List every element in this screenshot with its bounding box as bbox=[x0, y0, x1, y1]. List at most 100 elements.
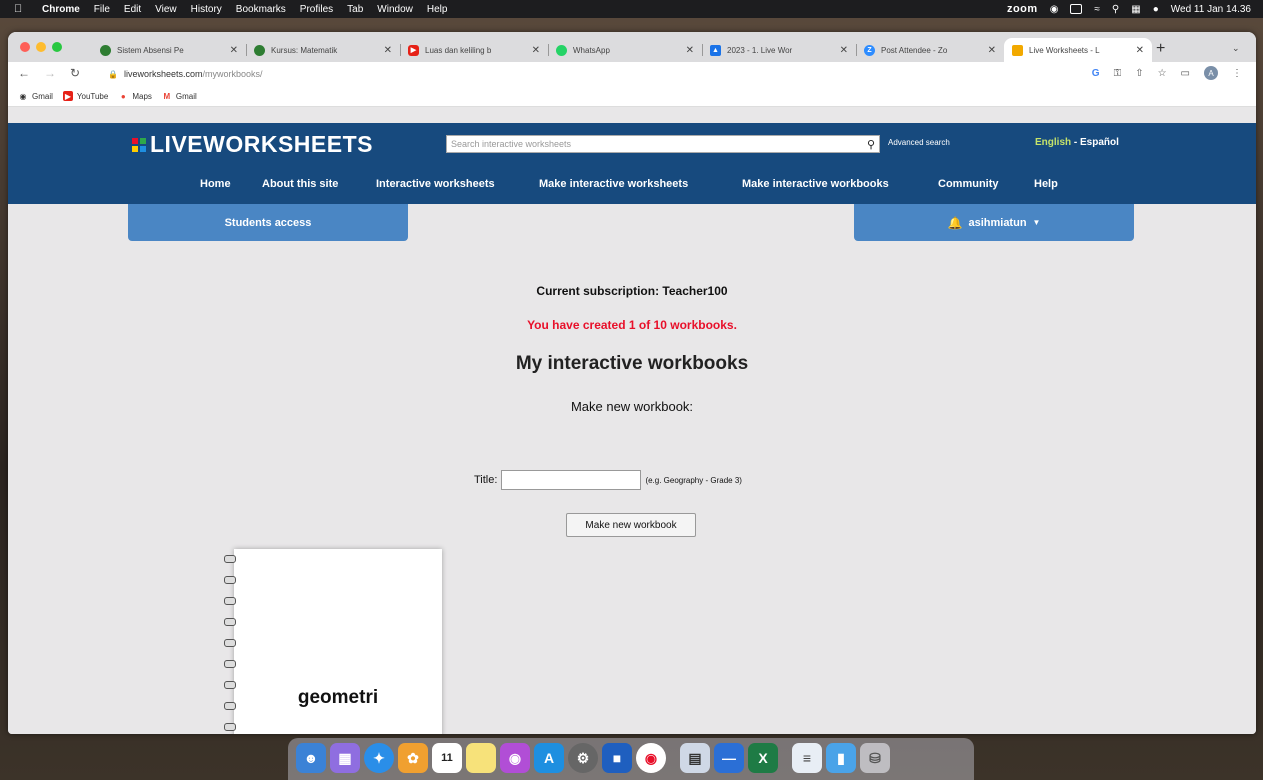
minimize-window-button[interactable] bbox=[36, 42, 46, 52]
battery-icon[interactable] bbox=[1070, 4, 1083, 14]
menubar-clock[interactable]: Wed 11 Jan 14.36 bbox=[1171, 4, 1251, 15]
share-icon[interactable]: ⇧ bbox=[1135, 68, 1143, 79]
wifi-icon[interactable]: ≈ bbox=[1094, 4, 1100, 15]
search-icon[interactable]: ⚲ bbox=[867, 138, 875, 151]
nav-community[interactable]: Community bbox=[938, 178, 999, 190]
tab-strip: Sistem Absensi Pe ✕ Kursus: Matematik ✕ … bbox=[8, 32, 1256, 62]
nav-about[interactable]: About this site bbox=[262, 178, 338, 190]
tab-close-icon[interactable]: ✕ bbox=[988, 45, 996, 56]
zoom-window-button[interactable] bbox=[52, 42, 62, 52]
site-logo[interactable]: LIVEWORKSHEETS bbox=[132, 131, 373, 158]
reload-icon[interactable]: ↻ bbox=[70, 66, 80, 80]
bookmark-youtube[interactable]: ▶ YouTube bbox=[62, 91, 108, 101]
workbook-title-input[interactable] bbox=[501, 470, 642, 490]
lang-spanish-link[interactable]: - Español bbox=[1071, 137, 1119, 148]
bookmark-gmail[interactable]: M Gmail bbox=[162, 91, 197, 101]
menu-file[interactable]: File bbox=[94, 4, 110, 15]
nav-make-worksheets[interactable]: Make interactive worksheets bbox=[539, 178, 688, 190]
apple-icon[interactable]:  bbox=[14, 3, 28, 15]
zoom-status[interactable]: zoom bbox=[1007, 3, 1038, 15]
podcasts-icon[interactable]: ◉ bbox=[500, 743, 530, 773]
menu-bookmarks[interactable]: Bookmarks bbox=[236, 4, 286, 15]
kebab-menu-icon[interactable]: ⋮ bbox=[1232, 68, 1242, 79]
tab-close-icon[interactable]: ✕ bbox=[532, 45, 540, 56]
advanced-search-link[interactable]: Advanced search bbox=[888, 138, 950, 147]
system-preferences-icon[interactable]: ⚙ bbox=[568, 743, 598, 773]
map-pin-icon: ● bbox=[120, 91, 126, 101]
nav-interactive-worksheets[interactable]: Interactive worksheets bbox=[376, 178, 495, 190]
menu-help[interactable]: Help bbox=[427, 4, 448, 15]
tab-google-drive[interactable]: ▲ 2023 - 1. Live Wor ✕ bbox=[702, 38, 856, 62]
nav-help[interactable]: Help bbox=[1034, 178, 1058, 190]
tab-close-icon[interactable]: ✕ bbox=[1136, 45, 1144, 56]
zoom-app-icon[interactable]: ■ bbox=[602, 743, 632, 773]
search-input[interactable]: Search interactive worksheets ⚲ bbox=[446, 135, 880, 153]
globe-icon: ◉ bbox=[19, 91, 27, 101]
site-nav: Home About this site Interactive workshe… bbox=[8, 178, 1256, 196]
document-icon[interactable]: ≡ bbox=[792, 743, 822, 773]
google-lens-icon[interactable]: G bbox=[1092, 68, 1100, 79]
tab-zoom-post-attendee[interactable]: Z Post Attendee - Zo ✕ bbox=[856, 38, 1004, 62]
photos-icon[interactable]: ✿ bbox=[398, 743, 428, 773]
bookmark-label: Gmail bbox=[175, 91, 197, 101]
trash-icon[interactable]: ⛁ bbox=[860, 743, 890, 773]
new-tab-icon[interactable]: + bbox=[1156, 40, 1165, 58]
tab-whatsapp[interactable]: WhatsApp ✕ bbox=[548, 38, 702, 62]
tab-luas-keliling[interactable]: ▶ Luas dan keliling b ✕ bbox=[400, 38, 548, 62]
menu-app-name[interactable]: Chrome bbox=[42, 4, 80, 15]
launchpad-icon[interactable]: ▦ bbox=[330, 743, 360, 773]
tab-close-icon[interactable]: ✕ bbox=[840, 45, 848, 56]
star-icon[interactable]: ☆ bbox=[1158, 68, 1167, 79]
chrome-icon[interactable]: ◉ bbox=[636, 743, 666, 773]
tab-close-icon[interactable]: ✕ bbox=[384, 45, 392, 56]
tab-liveworksheets-active[interactable]: Live Worksheets - L ✕ bbox=[1004, 38, 1152, 62]
bell-icon[interactable]: 🔔 bbox=[948, 216, 963, 230]
menu-edit[interactable]: Edit bbox=[124, 4, 141, 15]
whatsapp-icon bbox=[556, 44, 567, 56]
students-access-button[interactable]: Students access bbox=[128, 204, 408, 241]
tab-search-chevron-icon[interactable]: ⌄ bbox=[1232, 43, 1240, 54]
nav-home[interactable]: Home bbox=[200, 178, 231, 190]
record-icon[interactable]: ◉ bbox=[1050, 4, 1059, 15]
menu-history[interactable]: History bbox=[191, 4, 222, 15]
lang-english-link[interactable]: English bbox=[1035, 137, 1071, 148]
tab-sistem-absensi[interactable]: Sistem Absensi Pe ✕ bbox=[92, 38, 246, 62]
tab-close-icon[interactable]: ✕ bbox=[230, 45, 238, 56]
finder-icon[interactable]: ☻ bbox=[296, 743, 326, 773]
tab-close-icon[interactable]: ✕ bbox=[686, 45, 694, 56]
user-menu[interactable]: 🔔 asihmiatun ▼ bbox=[854, 204, 1134, 241]
sidepanel-icon[interactable]: ▭ bbox=[1181, 68, 1190, 79]
calendar-icon[interactable]: 11 bbox=[432, 743, 462, 773]
key-icon[interactable]: ⚿ bbox=[1114, 68, 1122, 79]
workbook-count-warning: You have created 1 of 10 workbooks. bbox=[527, 318, 737, 332]
workbook-card[interactable]: geometri bbox=[224, 549, 442, 734]
spotlight-icon[interactable]: ⚲ bbox=[1112, 4, 1119, 15]
zoom-icon: Z bbox=[864, 44, 875, 56]
menu-profiles[interactable]: Profiles bbox=[300, 4, 333, 15]
forward-icon[interactable]: → bbox=[44, 66, 56, 80]
nav-make-workbooks[interactable]: Make interactive workbooks bbox=[742, 178, 889, 190]
menu-view[interactable]: View bbox=[155, 4, 177, 15]
bookmark-label: Maps bbox=[132, 91, 152, 101]
bookmark-maps[interactable]: ● Maps bbox=[118, 91, 152, 101]
lock-icon[interactable]: 🔒 bbox=[108, 70, 118, 79]
title-hint: (e.g. Geography - Grade 3) bbox=[645, 475, 742, 485]
profile-avatar[interactable]: A bbox=[1204, 66, 1218, 80]
word-icon[interactable]: — bbox=[714, 743, 744, 773]
notes-icon[interactable] bbox=[466, 743, 496, 773]
safari-icon[interactable]: ✦ bbox=[364, 743, 394, 773]
control-center-icon[interactable]: ▦ bbox=[1131, 4, 1140, 15]
bookmark-gmail-globe[interactable]: ◉ Gmail bbox=[18, 91, 53, 101]
menu-tab[interactable]: Tab bbox=[347, 4, 363, 15]
preview-icon[interactable]: ▤ bbox=[680, 743, 710, 773]
make-new-workbook-button[interactable]: Make new workbook bbox=[566, 513, 696, 537]
siri-icon[interactable]: ● bbox=[1153, 4, 1159, 15]
close-window-button[interactable] bbox=[20, 42, 30, 52]
folder-icon[interactable]: ▮ bbox=[826, 743, 856, 773]
url-bar[interactable]: 🔒 liveworksheets.com/myworkbooks/ bbox=[108, 65, 1043, 83]
tab-kursus-matematika[interactable]: Kursus: Matematik ✕ bbox=[246, 38, 400, 62]
app-store-icon[interactable]: A bbox=[534, 743, 564, 773]
back-icon[interactable]: ← bbox=[18, 66, 30, 80]
excel-icon[interactable]: X bbox=[748, 743, 778, 773]
menu-window[interactable]: Window bbox=[377, 4, 413, 15]
